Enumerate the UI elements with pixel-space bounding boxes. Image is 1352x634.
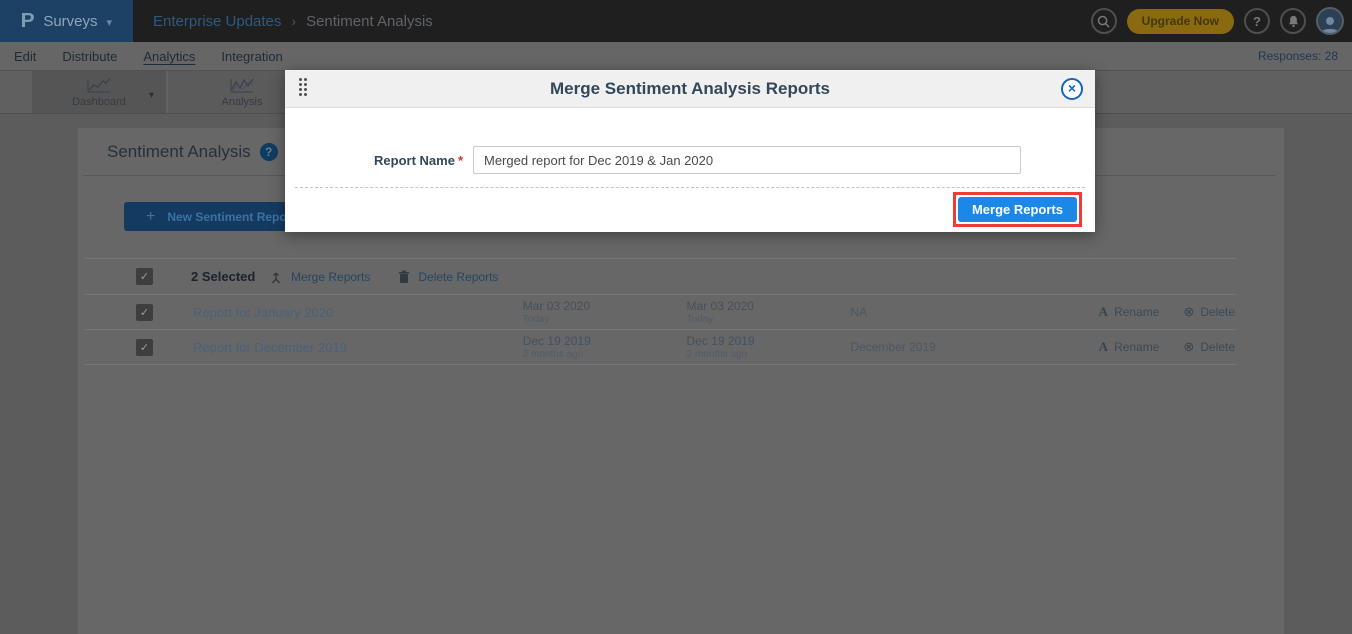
reports-table: ✓ 2 Selected Merge Reports Delete Report… <box>85 258 1237 365</box>
created-date-cell: Mar 03 2020 Today <box>523 299 687 325</box>
select-all-checkbox[interactable]: ✓ <box>136 268 153 285</box>
breadcrumb-parent[interactable]: Enterprise Updates <box>153 13 281 30</box>
row-actions: A Rename ⊗ Delete <box>1099 304 1237 320</box>
modified-date-relative: Today <box>687 314 851 325</box>
caret-down-icon: ▾ <box>107 16 113 29</box>
tab-dashboard-label: Dashboard <box>72 96 126 108</box>
close-icon[interactable]: × <box>1061 78 1083 100</box>
modified-date: Mar 03 2020 <box>687 299 851 313</box>
report-name-link[interactable]: Report for December 2019 <box>193 340 523 355</box>
page-title: Sentiment Analysis <box>107 142 251 162</box>
merge-reports-action-label: Merge Reports <box>291 270 370 284</box>
period-cell: December 2019 <box>850 340 1098 354</box>
created-date: Dec 19 2019 <box>523 334 687 348</box>
report-name-link[interactable]: Report for January 2020 <box>193 305 523 320</box>
breadcrumb: Enterprise Updates › Sentiment Analysis <box>153 13 433 30</box>
modified-date-cell: Mar 03 2020 Today <box>687 299 851 325</box>
delete-circle-icon: ⊗ <box>1183 304 1194 320</box>
modal-separator <box>295 187 1085 188</box>
report-name-input[interactable] <box>473 146 1021 174</box>
product-switcher[interactable]: P Surveys ▾ <box>0 0 133 42</box>
delete-reports-action-label: Delete Reports <box>418 270 498 284</box>
modal-header: Merge Sentiment Analysis Reports × <box>285 70 1095 108</box>
modified-date-relative: 2 months ago <box>687 349 851 360</box>
rename-icon: A <box>1099 304 1108 320</box>
rename-button[interactable]: A Rename <box>1099 304 1160 320</box>
breadcrumb-current: Sentiment Analysis <box>306 13 433 30</box>
period-cell: NA <box>850 305 1098 319</box>
merge-icon <box>269 270 283 284</box>
merge-reports-submit-button[interactable]: Merge Reports <box>958 197 1077 222</box>
modified-date-cell: Dec 19 2019 2 months ago <box>687 334 851 360</box>
nav-item-integration[interactable]: Integration <box>221 49 282 64</box>
avatar[interactable] <box>1316 7 1344 35</box>
row-actions: A Rename ⊗ Delete <box>1099 339 1237 355</box>
created-date-relative: Today <box>523 314 687 325</box>
new-sentiment-report-label: New Sentiment Report <box>167 210 295 224</box>
nav-item-distribute[interactable]: Distribute <box>62 49 117 64</box>
upgrade-now-button[interactable]: Upgrade Now <box>1127 9 1234 34</box>
responses-count: Responses: 28 <box>1258 49 1352 63</box>
delete-button[interactable]: ⊗ Delete <box>1183 304 1235 320</box>
bell-icon[interactable] <box>1280 8 1306 34</box>
rename-label: Rename <box>1114 305 1159 319</box>
report-name-label: Report Name* <box>285 153 473 168</box>
delete-button[interactable]: ⊗ Delete <box>1183 339 1235 355</box>
line-chart-icon <box>86 77 112 94</box>
delete-reports-action[interactable]: Delete Reports <box>398 270 498 284</box>
zigzag-chart-icon <box>229 77 255 94</box>
modal-footer: Merge Reports <box>285 192 1095 227</box>
topbar-actions: Upgrade Now ? <box>1091 7 1352 35</box>
tab-dashboard[interactable]: Dashboard ▾ <box>32 71 168 113</box>
merge-reports-action[interactable]: Merge Reports <box>269 270 370 284</box>
table-row: ✓ Report for December 2019 Dec 19 2019 2… <box>85 330 1237 365</box>
modified-date: Dec 19 2019 <box>687 334 851 348</box>
survey-nav: Edit Distribute Analytics Integration Re… <box>0 42 1352 70</box>
created-date-cell: Dec 19 2019 2 months ago <box>523 334 687 360</box>
modal-body: Report Name* <box>285 146 1095 174</box>
required-asterisk: * <box>458 153 463 168</box>
page-help-icon[interactable]: ? <box>260 143 278 161</box>
breadcrumb-separator-icon: › <box>291 13 296 29</box>
plus-icon: + <box>146 208 155 226</box>
rename-button[interactable]: A Rename <box>1099 339 1160 355</box>
action-highlight-box: Merge Reports <box>953 192 1082 227</box>
table-row: ✓ Report for January 2020 Mar 03 2020 To… <box>85 295 1237 330</box>
delete-circle-icon: ⊗ <box>1183 339 1194 355</box>
tab-analysis-label: Analysis <box>222 96 263 108</box>
delete-label: Delete <box>1200 305 1235 319</box>
bulk-action-row: ✓ 2 Selected Merge Reports Delete Report… <box>85 258 1237 295</box>
trash-icon <box>398 270 410 284</box>
modal-title: Merge Sentiment Analysis Reports <box>550 79 830 99</box>
delete-label: Delete <box>1200 340 1235 354</box>
report-name-label-text: Report Name <box>374 153 455 168</box>
created-date-relative: 2 months ago <box>523 349 687 360</box>
created-date: Mar 03 2020 <box>523 299 687 313</box>
nav-item-analytics[interactable]: Analytics <box>143 49 195 64</box>
top-bar: P Surveys ▾ Enterprise Updates › Sentime… <box>0 0 1352 42</box>
product-label: Surveys <box>43 13 97 30</box>
nav-item-edit[interactable]: Edit <box>14 49 36 64</box>
merge-reports-modal: Merge Sentiment Analysis Reports × Repor… <box>285 70 1095 232</box>
row-checkbox[interactable]: ✓ <box>136 304 153 321</box>
help-icon[interactable]: ? <box>1244 8 1270 34</box>
row-checkbox[interactable]: ✓ <box>136 339 153 356</box>
caret-down-icon[interactable]: ▾ <box>149 90 154 101</box>
selection-count: 2 Selected <box>191 269 269 284</box>
search-icon[interactable] <box>1091 8 1117 34</box>
drag-handle-icon[interactable] <box>299 78 307 96</box>
rename-icon: A <box>1099 339 1108 355</box>
rename-label: Rename <box>1114 340 1159 354</box>
questionpro-logo: P <box>21 10 35 33</box>
